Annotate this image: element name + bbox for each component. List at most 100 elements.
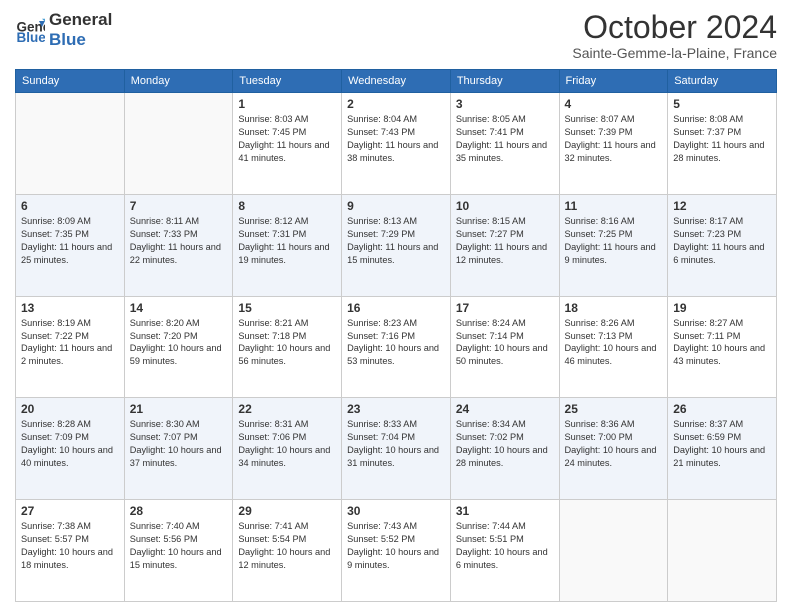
day-number: 22 xyxy=(238,402,336,416)
table-row: 28 Sunrise: 7:40 AM Sunset: 5:56 PM Dayli… xyxy=(124,500,233,602)
day-info: Sunrise: 8:16 AM Sunset: 7:25 PM Dayligh… xyxy=(565,215,663,267)
day-number: 31 xyxy=(456,504,554,518)
day-number: 19 xyxy=(673,301,771,315)
day-info: Sunrise: 8:37 AM Sunset: 6:59 PM Dayligh… xyxy=(673,418,771,470)
table-row xyxy=(124,93,233,195)
day-info: Sunrise: 8:03 AM Sunset: 7:45 PM Dayligh… xyxy=(238,113,336,165)
day-info: Sunrise: 8:33 AM Sunset: 7:04 PM Dayligh… xyxy=(347,418,445,470)
table-row: 31 Sunrise: 7:44 AM Sunset: 5:51 PM Dayli… xyxy=(450,500,559,602)
day-info: Sunrise: 7:41 AM Sunset: 5:54 PM Dayligh… xyxy=(238,520,336,572)
day-number: 7 xyxy=(130,199,228,213)
col-saturday: Saturday xyxy=(668,70,777,93)
day-number: 17 xyxy=(456,301,554,315)
day-info: Sunrise: 8:26 AM Sunset: 7:13 PM Dayligh… xyxy=(565,317,663,369)
day-info: Sunrise: 8:04 AM Sunset: 7:43 PM Dayligh… xyxy=(347,113,445,165)
table-row: 20 Sunrise: 8:28 AM Sunset: 7:09 PM Dayli… xyxy=(16,398,125,500)
day-number: 14 xyxy=(130,301,228,315)
day-info: Sunrise: 8:36 AM Sunset: 7:00 PM Dayligh… xyxy=(565,418,663,470)
col-sunday: Sunday xyxy=(16,70,125,93)
table-row: 21 Sunrise: 8:30 AM Sunset: 7:07 PM Dayli… xyxy=(124,398,233,500)
table-row: 13 Sunrise: 8:19 AM Sunset: 7:22 PM Dayli… xyxy=(16,296,125,398)
table-row: 18 Sunrise: 8:26 AM Sunset: 7:13 PM Dayli… xyxy=(559,296,668,398)
table-row: 9Sunrise: 8:13 AM Sunset: 7:29 PM Daylig… xyxy=(342,194,451,296)
day-info: Sunrise: 8:11 AM Sunset: 7:33 PM Dayligh… xyxy=(130,215,228,267)
svg-text:Blue: Blue xyxy=(17,30,46,45)
col-wednesday: Wednesday xyxy=(342,70,451,93)
day-number: 18 xyxy=(565,301,663,315)
calendar-week-row: 6Sunrise: 8:09 AM Sunset: 7:35 PM Daylig… xyxy=(16,194,777,296)
day-info: Sunrise: 8:05 AM Sunset: 7:41 PM Dayligh… xyxy=(456,113,554,165)
table-row: 4Sunrise: 8:07 AM Sunset: 7:39 PM Daylig… xyxy=(559,93,668,195)
page: General Blue General Blue October 2024 S… xyxy=(0,0,792,612)
day-number: 15 xyxy=(238,301,336,315)
table-row: 8 Sunrise: 8:12 AM Sunset: 7:31 PM Daylig… xyxy=(233,194,342,296)
day-number: 9 xyxy=(347,199,445,213)
calendar-table: Sunday Monday Tuesday Wednesday Thursday… xyxy=(15,69,777,602)
day-info: Sunrise: 8:21 AM Sunset: 7:18 PM Dayligh… xyxy=(238,317,336,369)
day-info: Sunrise: 8:15 AM Sunset: 7:27 PM Dayligh… xyxy=(456,215,554,267)
table-row: 25Sunrise: 8:36 AM Sunset: 7:00 PM Dayli… xyxy=(559,398,668,500)
calendar-header-row: Sunday Monday Tuesday Wednesday Thursday… xyxy=(16,70,777,93)
day-number: 13 xyxy=(21,301,119,315)
day-number: 16 xyxy=(347,301,445,315)
day-number: 5 xyxy=(673,97,771,111)
day-info: Sunrise: 8:28 AM Sunset: 7:09 PM Dayligh… xyxy=(21,418,119,470)
table-row: 1Sunrise: 8:03 AM Sunset: 7:45 PM Daylig… xyxy=(233,93,342,195)
table-row: 2 Sunrise: 8:04 AM Sunset: 7:43 PM Daylig… xyxy=(342,93,451,195)
table-row: 7 Sunrise: 8:11 AM Sunset: 7:33 PM Daylig… xyxy=(124,194,233,296)
day-number: 3 xyxy=(456,97,554,111)
table-row: 6Sunrise: 8:09 AM Sunset: 7:35 PM Daylig… xyxy=(16,194,125,296)
day-info: Sunrise: 8:27 AM Sunset: 7:11 PM Dayligh… xyxy=(673,317,771,369)
logo-icon: General Blue xyxy=(15,15,45,45)
table-row: 11 Sunrise: 8:16 AM Sunset: 7:25 PM Dayli… xyxy=(559,194,668,296)
day-number: 23 xyxy=(347,402,445,416)
table-row: 5 Sunrise: 8:08 AM Sunset: 7:37 PM Daylig… xyxy=(668,93,777,195)
day-info: Sunrise: 8:17 AM Sunset: 7:23 PM Dayligh… xyxy=(673,215,771,267)
day-number: 20 xyxy=(21,402,119,416)
day-number: 21 xyxy=(130,402,228,416)
table-row: 15 Sunrise: 8:21 AM Sunset: 7:18 PM Dayli… xyxy=(233,296,342,398)
logo: General Blue General Blue xyxy=(15,10,112,49)
calendar-week-row: 27Sunrise: 7:38 AM Sunset: 5:57 PM Dayli… xyxy=(16,500,777,602)
table-row: 14 Sunrise: 8:20 AM Sunset: 7:20 PM Dayli… xyxy=(124,296,233,398)
day-info: Sunrise: 7:38 AM Sunset: 5:57 PM Dayligh… xyxy=(21,520,119,572)
day-info: Sunrise: 7:40 AM Sunset: 5:56 PM Dayligh… xyxy=(130,520,228,572)
day-number: 30 xyxy=(347,504,445,518)
day-number: 10 xyxy=(456,199,554,213)
calendar-week-row: 13 Sunrise: 8:19 AM Sunset: 7:22 PM Dayli… xyxy=(16,296,777,398)
day-number: 11 xyxy=(565,199,663,213)
logo-line1: General xyxy=(49,10,112,30)
day-number: 28 xyxy=(130,504,228,518)
table-row: 26Sunrise: 8:37 AM Sunset: 6:59 PM Dayli… xyxy=(668,398,777,500)
day-info: Sunrise: 8:08 AM Sunset: 7:37 PM Dayligh… xyxy=(673,113,771,165)
table-row: 29Sunrise: 7:41 AM Sunset: 5:54 PM Dayli… xyxy=(233,500,342,602)
day-info: Sunrise: 8:19 AM Sunset: 7:22 PM Dayligh… xyxy=(21,317,119,369)
table-row: 3 Sunrise: 8:05 AM Sunset: 7:41 PM Daylig… xyxy=(450,93,559,195)
day-number: 8 xyxy=(238,199,336,213)
table-row: 24 Sunrise: 8:34 AM Sunset: 7:02 PM Dayli… xyxy=(450,398,559,500)
table-row: 19 Sunrise: 8:27 AM Sunset: 7:11 PM Dayli… xyxy=(668,296,777,398)
day-info: Sunrise: 8:09 AM Sunset: 7:35 PM Dayligh… xyxy=(21,215,119,267)
table-row: 17Sunrise: 8:24 AM Sunset: 7:14 PM Dayli… xyxy=(450,296,559,398)
col-thursday: Thursday xyxy=(450,70,559,93)
day-info: Sunrise: 8:31 AM Sunset: 7:06 PM Dayligh… xyxy=(238,418,336,470)
day-info: Sunrise: 8:07 AM Sunset: 7:39 PM Dayligh… xyxy=(565,113,663,165)
main-title: October 2024 xyxy=(572,10,777,45)
table-row: 22 Sunrise: 8:31 AM Sunset: 7:06 PM Dayli… xyxy=(233,398,342,500)
table-row: 12 Sunrise: 8:17 AM Sunset: 7:23 PM Dayli… xyxy=(668,194,777,296)
col-friday: Friday xyxy=(559,70,668,93)
day-number: 2 xyxy=(347,97,445,111)
table-row xyxy=(668,500,777,602)
day-info: Sunrise: 8:20 AM Sunset: 7:20 PM Dayligh… xyxy=(130,317,228,369)
table-row: 27Sunrise: 7:38 AM Sunset: 5:57 PM Dayli… xyxy=(16,500,125,602)
table-row: 10 Sunrise: 8:15 AM Sunset: 7:27 PM Dayli… xyxy=(450,194,559,296)
title-block: October 2024 Sainte-Gemme-la-Plaine, Fra… xyxy=(572,10,777,61)
day-number: 24 xyxy=(456,402,554,416)
day-number: 12 xyxy=(673,199,771,213)
day-info: Sunrise: 8:12 AM Sunset: 7:31 PM Dayligh… xyxy=(238,215,336,267)
day-info: Sunrise: 8:34 AM Sunset: 7:02 PM Dayligh… xyxy=(456,418,554,470)
table-row: 23 Sunrise: 8:33 AM Sunset: 7:04 PM Dayli… xyxy=(342,398,451,500)
day-info: Sunrise: 8:30 AM Sunset: 7:07 PM Dayligh… xyxy=(130,418,228,470)
day-info: Sunrise: 7:44 AM Sunset: 5:51 PM Dayligh… xyxy=(456,520,554,572)
col-tuesday: Tuesday xyxy=(233,70,342,93)
